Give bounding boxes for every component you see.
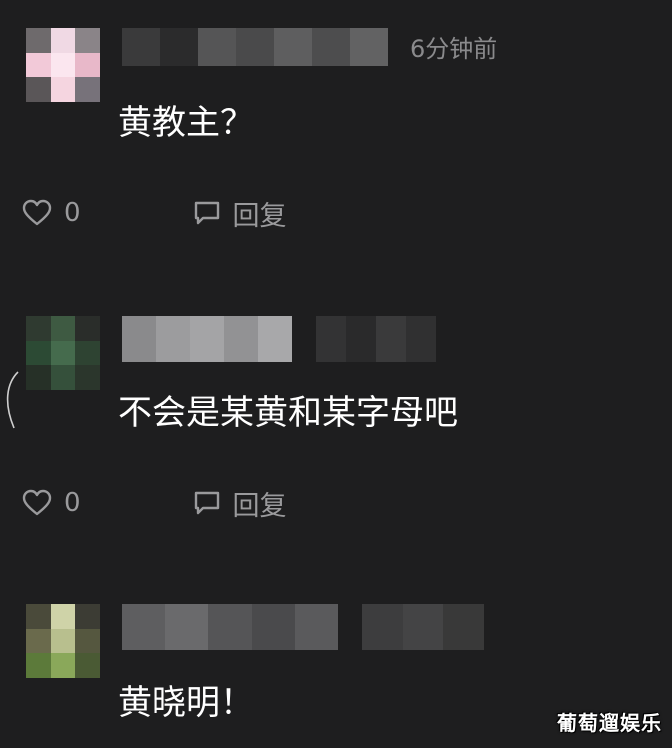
user-tag-blurred [316, 316, 436, 362]
edge-decoration [6, 371, 19, 429]
heart-outline-icon [22, 489, 52, 516]
reply-button[interactable]: 回复 [193, 484, 287, 523]
comment-text: 不会是某黄和某字母吧 [118, 393, 458, 433]
speech-bubble-icon [194, 201, 219, 225]
avatar[interactable] [26, 316, 100, 390]
username-blurred[interactable] [122, 604, 339, 650]
comment-text: 黄晓明！ [118, 683, 254, 723]
like-count: 0 [64, 488, 81, 518]
watermark: 葡萄遛娱乐 [557, 711, 662, 735]
comment-actions: 0 回复 [22, 194, 287, 233]
comment-actions: 0 回复 [22, 484, 287, 523]
user-tag-blurred [362, 604, 485, 650]
username-blurred[interactable] [122, 28, 388, 66]
avatar[interactable] [26, 604, 100, 678]
like-count: 0 [64, 198, 81, 228]
reply-label: 回复 [232, 490, 287, 522]
like-button[interactable]: 0 [22, 198, 81, 228]
comment-timestamp: 6分钟前 [410, 35, 498, 63]
comment-feed: 6分钟前 黄教主？ 0 回复 不会是某黄和某字母吧 0 回复 黄晓明！ 葡萄遛娱… [0, 0, 672, 748]
heart-outline-icon [22, 199, 52, 226]
reply-button[interactable]: 回复 [193, 194, 287, 233]
avatar[interactable] [26, 28, 100, 102]
reply-label: 回复 [232, 200, 287, 232]
username-blurred[interactable] [122, 316, 292, 362]
speech-bubble-icon [194, 491, 219, 515]
like-button[interactable]: 0 [22, 488, 81, 518]
comment-text: 黄教主？ [118, 103, 254, 143]
